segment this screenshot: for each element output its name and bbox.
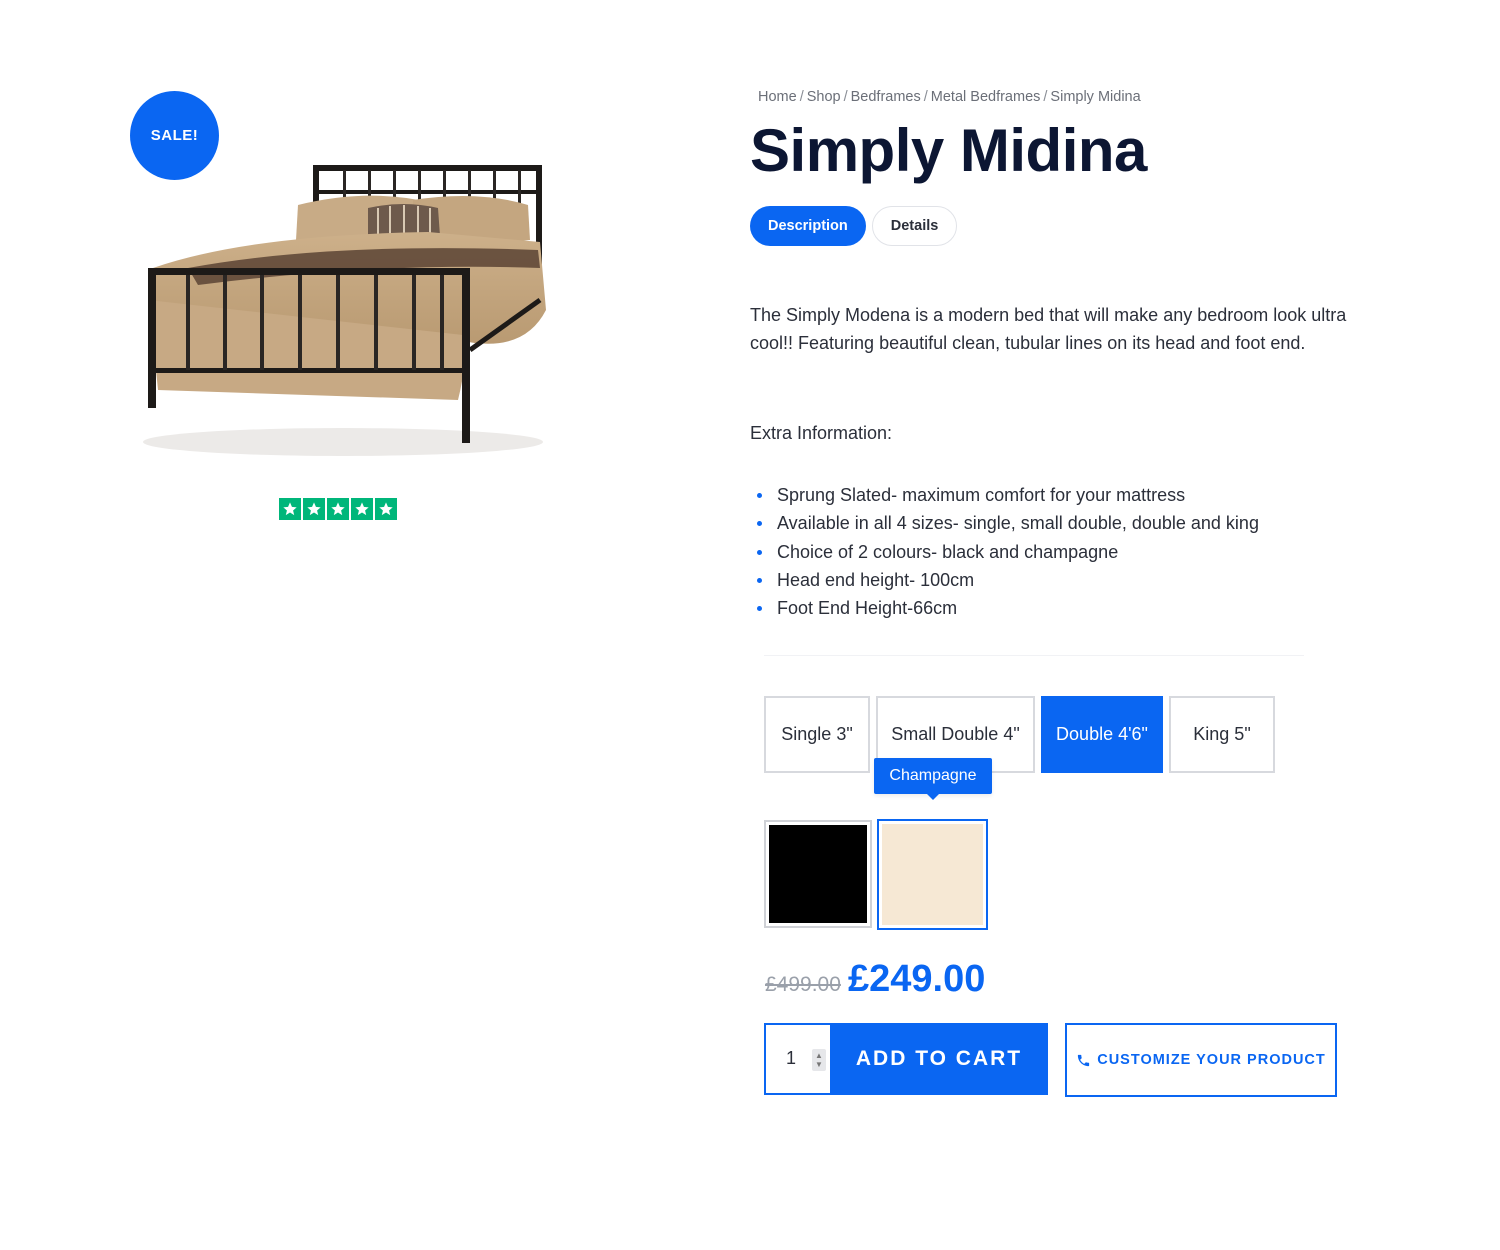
list-item: Foot End Height-66cm [750,594,1259,622]
list-item: Sprung Slated- maximum comfort for your … [750,481,1259,509]
size-option-single[interactable]: Single 3" [764,696,870,773]
star-icon [375,498,397,520]
sale-badge: SALE! [130,91,219,180]
list-item: Available in all 4 sizes- single, small … [750,509,1259,537]
phone-icon [1078,1054,1090,1066]
swatch-fill [882,824,983,925]
divider [764,655,1304,656]
quantity-input[interactable] [774,1047,808,1070]
star-icon [327,498,349,520]
tab-description[interactable]: Description [750,206,866,246]
original-price: £499.00 [765,973,841,996]
quantity-spinner[interactable]: ▲ ▼ [812,1049,826,1071]
breadcrumb-shop[interactable]: Shop [807,89,841,105]
size-option-double[interactable]: Double 4'6" [1041,696,1163,773]
breadcrumb-metal-bedframes[interactable]: Metal Bedframes [931,89,1041,105]
breadcrumb-bedframes[interactable]: Bedframes [851,89,921,105]
tab-details[interactable]: Details [871,206,958,246]
star-rating [279,498,397,520]
product-tabs: Description Details [750,206,958,246]
list-item: Choice of 2 colours- black and champagne [750,538,1259,566]
list-item: Head end height- 100cm [750,566,1259,594]
swatch-fill [769,825,867,923]
tooltip-arrow [927,794,939,800]
sale-price: £249.00 [848,958,986,1000]
quantity-stepper[interactable]: ▲ ▼ [764,1023,832,1095]
chevron-up-icon[interactable]: ▲ [815,1051,823,1060]
customize-label: CUSTOMIZE YOUR PRODUCT [1097,1052,1326,1068]
breadcrumb-home[interactable]: Home [758,89,797,105]
feature-list: Sprung Slated- maximum comfort for your … [750,481,1259,622]
bed-frame-illustration [143,165,546,456]
chevron-down-icon[interactable]: ▼ [815,1060,823,1069]
size-option-king[interactable]: King 5" [1169,696,1275,773]
size-selector: Single 3" Small Double 4" Double 4'6" Ki… [764,696,1275,773]
extra-information-heading: Extra Information: [750,423,893,443]
product-description: The Simply Modena is a modern bed that w… [750,305,1347,353]
breadcrumb: Home / Shop / Bedframes / Metal Bedframes / Simp… [758,89,1141,105]
star-icon [351,498,373,520]
star-icon [303,498,325,520]
colour-tooltip: Champagne [874,758,992,794]
product-title: Simply Midina [750,117,1147,184]
breadcrumb-current: Simply Midina [1050,89,1141,105]
product-image[interactable] [128,150,558,465]
add-to-cart-button[interactable]: ADD TO CART [830,1023,1048,1095]
star-icon [279,498,301,520]
customize-product-button[interactable]: CUSTOMIZE YOUR PRODUCT [1065,1023,1337,1097]
colour-swatch-champagne[interactable] [877,819,988,930]
colour-swatch-black[interactable] [764,820,872,928]
